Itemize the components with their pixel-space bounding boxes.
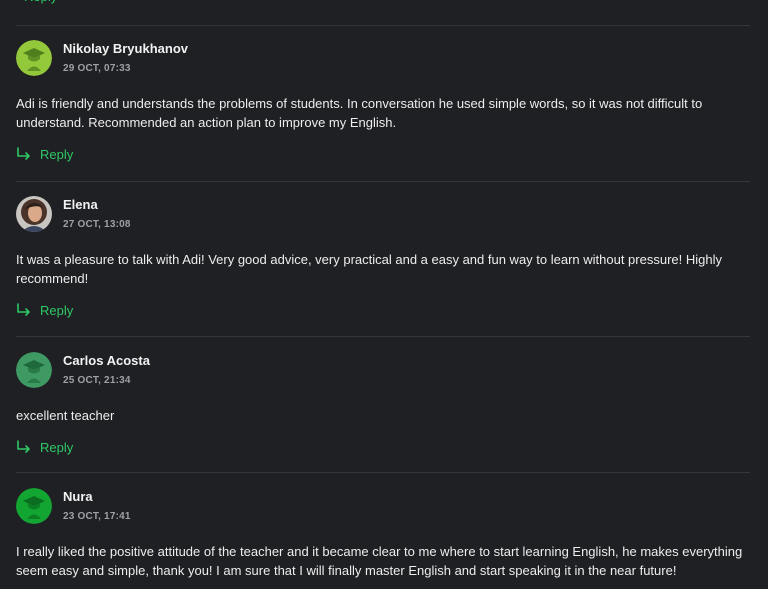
commenter-name[interactable]: Nikolay Bryukhanov [63, 41, 188, 57]
user-photo-avatar[interactable] [16, 196, 52, 232]
comment-text: excellent teacher [16, 408, 115, 423]
comment-text: It was a pleasure to talk with Adi! Very… [16, 252, 722, 286]
reply-button[interactable]: Reply [16, 301, 73, 319]
comment-text: I really liked the positive attitude of … [16, 544, 743, 578]
reply-arrow-icon [17, 440, 30, 453]
comment-date: 27 OCT, 13:08 [63, 219, 131, 230]
comment-item: Elena 27 OCT, 13:08 It was a pleasure to… [16, 196, 750, 319]
commenter-name[interactable]: Carlos Acosta [63, 353, 150, 369]
reply-arrow-icon [17, 147, 30, 160]
comment-item: Carlos Acosta 25 OCT, 21:34 excellent te… [16, 352, 750, 456]
commenter-name[interactable]: Elena [63, 197, 131, 213]
comment-date: 25 OCT, 21:34 [63, 375, 131, 386]
commenter-name[interactable]: Nura [63, 489, 131, 505]
reply-button[interactable]: Reply [16, 0, 57, 6]
divider [16, 181, 750, 182]
comment-item: Nikolay Bryukhanov 29 OCT, 07:33 Adi is … [16, 40, 750, 163]
comment-date: 23 OCT, 17:41 [63, 511, 131, 522]
reply-button[interactable]: Reply [16, 438, 73, 456]
divider [16, 25, 750, 26]
reply-label: Reply [24, 0, 57, 4]
reply-button[interactable]: Reply [16, 145, 73, 163]
graduate-avatar-icon[interactable] [16, 488, 52, 524]
comment-item: Nura 23 OCT, 17:41 I really liked the po… [16, 488, 750, 580]
reply-label: Reply [40, 146, 74, 162]
graduate-avatar-icon[interactable] [16, 352, 52, 388]
reply-label: Reply [40, 439, 74, 455]
graduate-avatar-icon[interactable] [16, 40, 52, 76]
divider [16, 472, 750, 473]
divider [16, 336, 750, 337]
comment-text: Adi is friendly and understands the prob… [16, 96, 703, 130]
reply-label: Reply [40, 302, 74, 318]
comment-date: 29 OCT, 07:33 [63, 63, 131, 74]
reply-arrow-icon [17, 303, 30, 316]
comments-panel: Reply Nikolay Bryukhanov 29 OCT, 07:33 A… [0, 0, 768, 589]
